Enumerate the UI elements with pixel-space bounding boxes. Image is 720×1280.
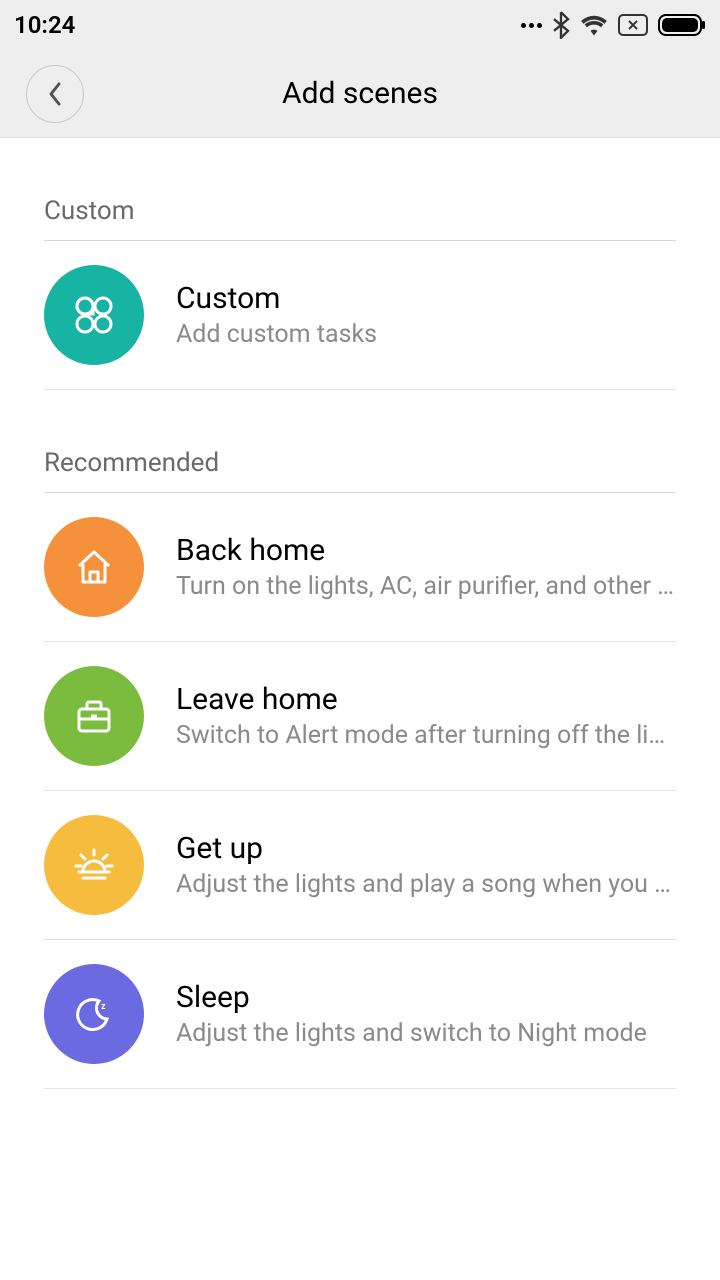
section-header-recommended: Recommended [0,390,720,492]
list-item-sleep[interactable]: z Sleep Adjust the lights and switch to … [44,940,676,1089]
list-item-custom[interactable]: Custom Add custom tasks [44,241,676,390]
item-title: Leave home [176,682,676,717]
home-icon [44,517,144,617]
list-item-back-home[interactable]: Back home Turn on the lights, AC, air pu… [44,493,676,642]
item-subtitle: Turn on the lights, AC, air purifier, an… [176,572,676,601]
section-header-custom: Custom [0,138,720,240]
page-title: Add scenes [0,76,720,111]
item-subtitle: Adjust the lights and switch to Night mo… [176,1019,676,1048]
item-title: Get up [176,831,676,866]
header: Add scenes [0,50,720,138]
status-icons [521,11,706,39]
item-subtitle: Switch to Alert mode after turning off t… [176,721,676,750]
item-title: Sleep [176,980,676,1015]
moon-icon: z [44,964,144,1064]
briefcase-icon [44,666,144,766]
battery-icon [658,14,706,36]
item-text: Leave home Switch to Alert mode after tu… [176,682,676,750]
item-title: Back home [176,533,676,568]
item-subtitle: Add custom tasks [176,320,676,349]
close-box-icon [618,14,648,36]
item-text: Back home Turn on the lights, AC, air pu… [176,533,676,601]
list-item-get-up[interactable]: Get up Adjust the lights and play a song… [44,791,676,940]
item-subtitle: Adjust the lights and play a song when y… [176,870,676,899]
item-text: Sleep Adjust the lights and switch to Ni… [176,980,676,1048]
item-text: Custom Add custom tasks [176,281,676,349]
content: Custom Custom Add custom tasks Recommend… [0,138,720,1089]
chevron-left-icon [47,81,63,107]
custom-icon [44,265,144,365]
list-item-leave-home[interactable]: Leave home Switch to Alert mode after tu… [44,642,676,791]
sunrise-icon [44,815,144,915]
more-icon [521,23,542,28]
item-text: Get up Adjust the lights and play a song… [176,831,676,899]
wifi-icon [580,14,608,36]
status-bar: 10:24 [0,0,720,50]
back-button[interactable] [26,65,84,123]
bluetooth-icon [552,11,570,39]
status-time: 10:24 [14,11,75,39]
svg-text:z: z [101,1002,106,1012]
item-title: Custom [176,281,676,316]
